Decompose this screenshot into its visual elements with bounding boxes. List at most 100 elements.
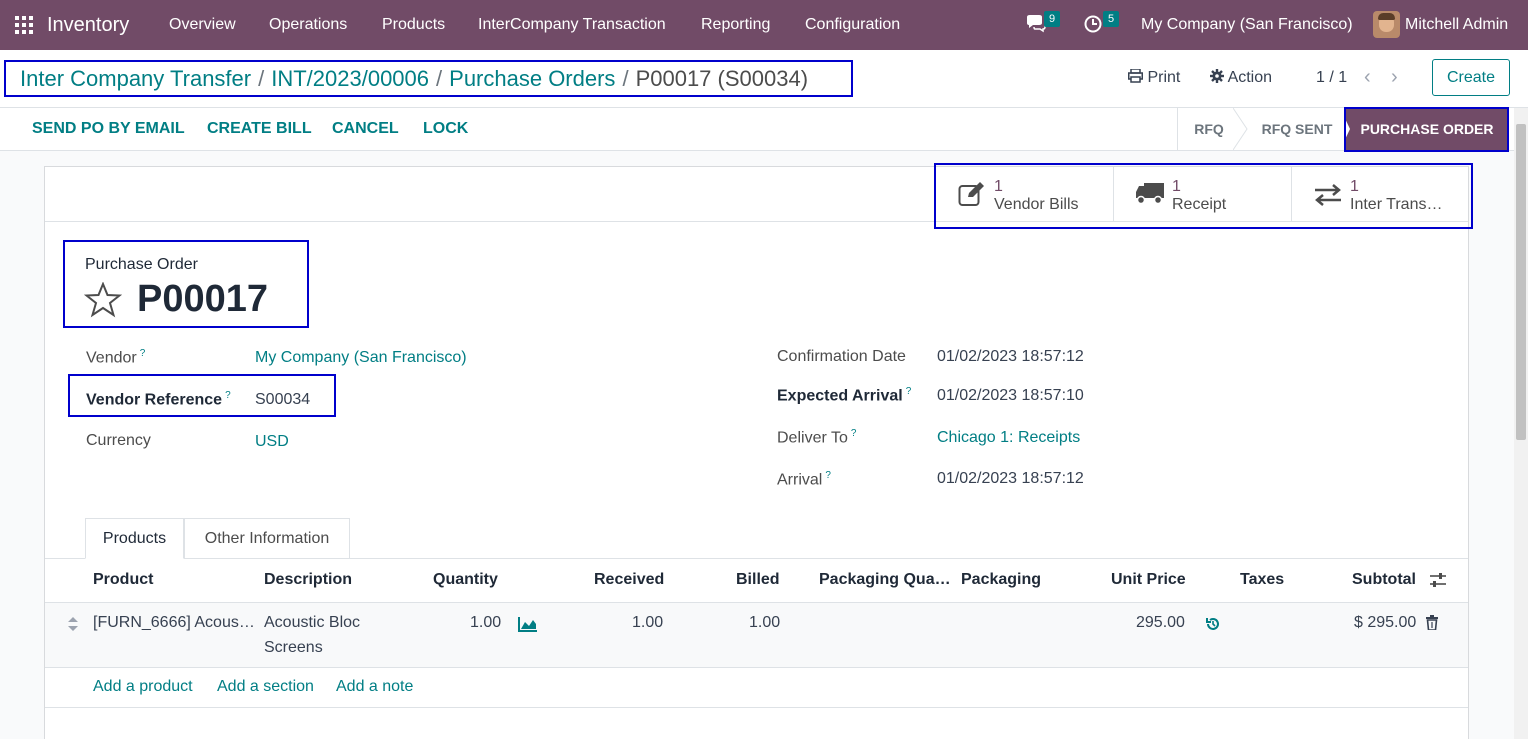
currency-label: Currency <box>86 432 151 449</box>
pager-value[interactable]: 1 / 1 <box>1316 69 1347 87</box>
column-subtotal[interactable]: Subtotal <box>1352 571 1416 589</box>
column-packaging[interactable]: Packaging <box>961 571 1041 589</box>
user-menu[interactable]: Mitchell Admin <box>1405 16 1508 34</box>
gear-icon <box>1210 69 1224 83</box>
arrival-label: Arrival? <box>777 470 831 489</box>
breadcrumb-current: P00017 (S00034) <box>635 66 809 91</box>
app-grid-icon[interactable] <box>15 16 33 34</box>
menu-products[interactable]: Products <box>382 16 445 34</box>
column-taxes[interactable]: Taxes <box>1240 571 1284 589</box>
add-note-link[interactable]: Add a note <box>336 678 413 696</box>
breadcrumb-separator: / <box>258 66 265 91</box>
exchange-icon <box>1315 184 1341 206</box>
confirmation-date-label: Confirmation Date <box>777 348 906 365</box>
status-bar: SEND PO BY EMAIL CREATE BILL CANCEL LOCK… <box>0 107 1528 152</box>
arrival-field[interactable]: 01/02/2023 18:57:12 <box>937 470 1084 488</box>
received-cell[interactable]: 1.00 <box>632 614 663 632</box>
stage-purchase-order: PURCHASE ORDER <box>1345 108 1509 150</box>
vendor-bills-label: Vendor Bills <box>994 196 1079 213</box>
vendor-label: Vendor? <box>86 348 146 367</box>
menu-overview[interactable]: Overview <box>169 16 236 34</box>
smart-button-box: 1 Vendor Bills 1 Receipt 1 Inter Trans… <box>45 167 1468 222</box>
reset-price-icon[interactable] <box>1205 616 1221 632</box>
menu-intercompany-transaction[interactable]: InterCompany Transaction <box>478 16 666 34</box>
expected-arrival-label: Expected Arrival? <box>777 386 912 405</box>
receipt-label: Receipt <box>1172 196 1227 213</box>
pager-previous-icon[interactable]: ‹ <box>1364 66 1371 89</box>
print-icon <box>1128 68 1143 83</box>
deliver-to-field[interactable]: Chicago 1: Receipts <box>937 429 1080 447</box>
help-icon[interactable]: ? <box>851 428 857 439</box>
help-icon[interactable]: ? <box>825 470 831 481</box>
column-unit-price[interactable]: Unit Price <box>1111 571 1186 589</box>
user-avatar[interactable] <box>1373 11 1400 38</box>
action-label: Action <box>1227 69 1273 86</box>
breadcrumb-separator: / <box>436 66 443 91</box>
breadcrumb-purchase-orders[interactable]: Purchase Orders <box>449 66 615 91</box>
messages-badge: 9 <box>1044 11 1061 27</box>
unit-price-cell[interactable]: 295.00 <box>1136 614 1185 632</box>
activity-clock-icon[interactable] <box>1084 15 1102 38</box>
company-switcher[interactable]: My Company (San Francisco) <box>1141 16 1353 34</box>
receipt-count: 1 <box>1172 178 1181 195</box>
cancel-button[interactable]: CANCEL <box>332 120 399 138</box>
column-description[interactable]: Description <box>264 571 352 589</box>
deliver-to-label: Deliver To? <box>777 428 857 447</box>
pencil-square-icon <box>958 182 984 206</box>
drag-handle-icon[interactable] <box>68 617 78 631</box>
column-billed[interactable]: Billed <box>736 571 780 589</box>
breadcrumb-int-transfer[interactable]: INT/2023/00006 <box>271 66 429 91</box>
help-icon[interactable]: ? <box>225 390 231 401</box>
forecast-chart-icon[interactable] <box>518 616 538 632</box>
receipt-smart-button[interactable]: 1 Receipt <box>1113 167 1291 222</box>
menu-operations[interactable]: Operations <box>269 16 347 34</box>
confirmation-date-field[interactable]: 01/02/2023 18:57:12 <box>937 348 1084 366</box>
activities-badge: 5 <box>1103 11 1120 27</box>
column-quantity[interactable]: Quantity <box>433 571 498 589</box>
product-cell[interactable]: [FURN_6666] Acous… <box>93 614 255 632</box>
tab-products[interactable]: Products <box>85 518 184 559</box>
column-packaging-quantity[interactable]: Packaging Qua… <box>819 571 951 589</box>
vendor-field[interactable]: My Company (San Francisco) <box>255 349 467 367</box>
optional-columns-icon[interactable] <box>1430 573 1446 587</box>
record-type-label: Purchase Order <box>85 256 198 273</box>
create-button[interactable]: Create <box>1432 59 1510 96</box>
breadcrumb: Inter Company Transfer / INT/2023/00006/Pu… <box>20 66 808 92</box>
description-cell-line1[interactable]: Acoustic Bloc <box>264 614 360 632</box>
tab-other-information[interactable]: Other Information <box>184 518 350 559</box>
pager-next-icon[interactable]: › <box>1391 66 1398 89</box>
currency-field[interactable]: USD <box>255 433 289 451</box>
star-icon[interactable] <box>84 282 122 318</box>
trash-icon[interactable] <box>1426 615 1438 630</box>
action-button[interactable]: Action <box>1210 69 1272 87</box>
vendor-bills-smart-button[interactable]: 1 Vendor Bills <box>935 167 1113 222</box>
subtotal-cell: $ 295.00 <box>1354 614 1417 631</box>
table-row[interactable] <box>45 603 1468 667</box>
column-received[interactable]: Received <box>594 571 664 589</box>
inter-transfer-smart-button[interactable]: 1 Inter Trans… <box>1291 167 1468 222</box>
help-icon[interactable]: ? <box>140 348 146 359</box>
record-name: P00017 <box>137 278 269 320</box>
add-product-link[interactable]: Add a product <box>93 678 193 696</box>
help-icon[interactable]: ? <box>906 386 912 397</box>
stage-rfq[interactable]: RFQ <box>1178 108 1240 150</box>
add-section-link[interactable]: Add a section <box>217 678 314 696</box>
create-bill-button[interactable]: CREATE BILL <box>207 120 312 138</box>
app-name[interactable]: Inventory <box>47 14 129 37</box>
print-button[interactable]: Print <box>1128 68 1180 87</box>
lock-button[interactable]: LOCK <box>423 120 468 138</box>
vendor-reference-field[interactable]: S00034 <box>255 391 310 409</box>
description-cell-line2[interactable]: Screens <box>264 639 323 657</box>
billed-cell[interactable]: 1.00 <box>749 614 780 632</box>
inter-transfer-label: Inter Trans… <box>1350 196 1443 213</box>
breadcrumb-inter-company-transfer[interactable]: Inter Company Transfer <box>20 66 251 91</box>
expected-arrival-field[interactable]: 01/02/2023 18:57:10 <box>937 387 1084 405</box>
column-product[interactable]: Product <box>93 571 153 589</box>
page-scrollbar-thumb[interactable] <box>1516 124 1526 440</box>
table-bottom-divider <box>45 707 1468 708</box>
stage-rfq-sent[interactable]: RFQ SENT <box>1250 108 1344 150</box>
send-po-by-email-button[interactable]: SEND PO BY EMAIL <box>32 120 185 138</box>
quantity-cell[interactable]: 1.00 <box>470 614 501 632</box>
menu-reporting[interactable]: Reporting <box>701 16 770 34</box>
menu-configuration[interactable]: Configuration <box>805 16 900 34</box>
